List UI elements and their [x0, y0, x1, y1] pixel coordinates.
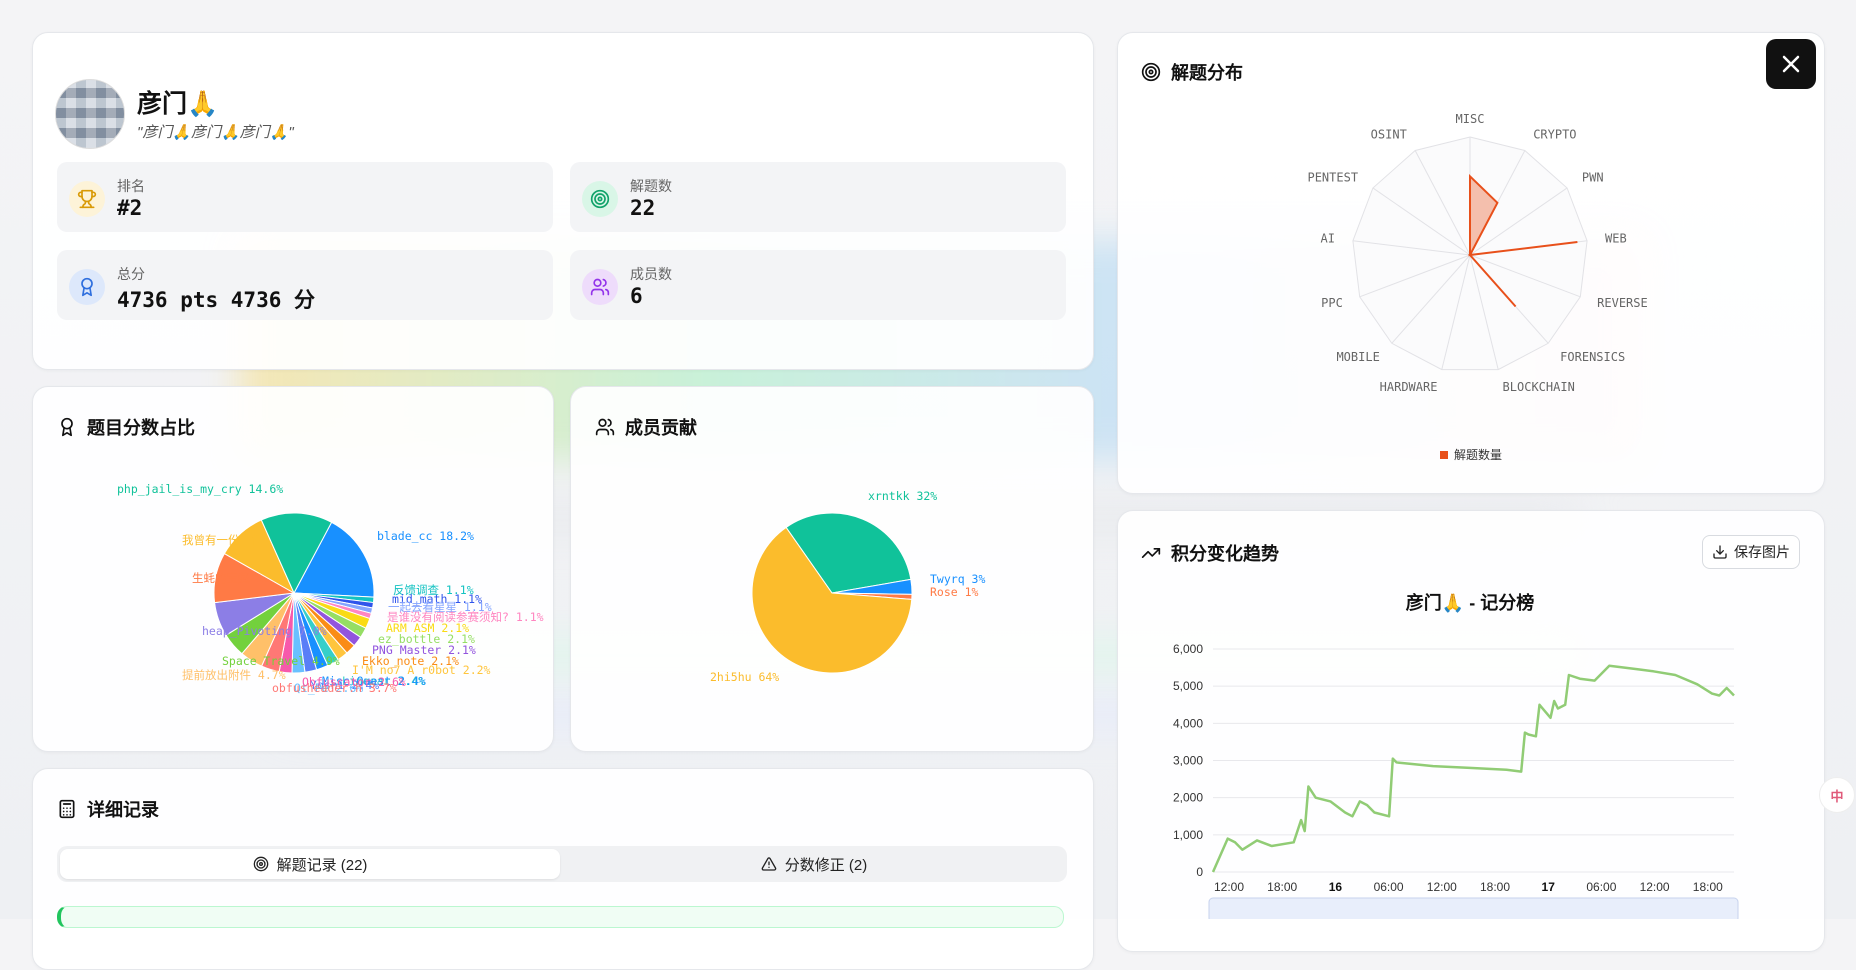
card-title-text: 题目分数占比 [87, 418, 195, 438]
radar-axis-label: FORENSICS [1560, 350, 1625, 364]
pie-label: xrntkk 32% [868, 489, 937, 503]
pie-label: Twyrq 3% [930, 572, 985, 586]
users-icon [595, 418, 615, 436]
card-title-text: 积分变化趋势 [1171, 544, 1279, 564]
pie-label: heap_Pivoting 7.0% [202, 624, 327, 638]
radar-axis-label: WEB [1605, 232, 1627, 246]
stat-total-score: 总分 4736 pts 4736 分 [57, 250, 553, 320]
score-pie-chart: blade_cc 18.2%反馈调查 1.1%mid_math 1.1%一起去看… [117, 482, 544, 695]
card-title-text: 成员贡献 [625, 418, 697, 438]
save-image-button[interactable]: 保存图片 [1702, 535, 1800, 569]
radar-axis-label: PWN [1582, 171, 1604, 185]
member-pie-chart: xrntkk 32% Twyrq 3%Rose 1% 2hi5hu 64% [710, 489, 985, 684]
radar-axis-label: CRYPTO [1533, 128, 1576, 142]
target-icon [253, 856, 268, 872]
radar-axis-label: AI [1321, 232, 1335, 246]
trophy-icon [69, 181, 105, 217]
pie-label: Rose 1% [930, 585, 979, 599]
member-contribution-title: 成员贡献 [595, 414, 697, 440]
pie-label: obfusheader.h 3.7% [272, 681, 397, 695]
target-icon [582, 181, 618, 217]
trend-x-tick: 06:00 [1374, 880, 1404, 894]
radar-axis-label: MISC [1456, 112, 1485, 126]
score-trend-chart: 彦门🙏 - 记分榜 0 1,000 2,000 3,000 4,000 5,000 6,000… [1173, 592, 1739, 919]
trend-x-tick: 17 [1542, 880, 1556, 894]
trend-x-tick: 12:00 [1640, 880, 1670, 894]
radar-axis-label: BLOCKCHAIN [1503, 380, 1575, 394]
radar-chart: MISC CRYPTO PWN WEB REVERSE FORENSICS BLOCKCHA… [1307, 112, 1648, 462]
close-button[interactable] [1766, 39, 1816, 89]
stat-solves: 解题数 22 [570, 162, 1066, 232]
pie-label: blade_cc 18.2% [377, 529, 474, 543]
trend-y-tick: 6,000 [1173, 642, 1203, 656]
team-name: 彦门🙏 [137, 90, 219, 118]
stat-value: 6 [630, 284, 643, 308]
score-trend-title: 积分变化趋势 [1141, 540, 1279, 566]
solve-record-row [57, 906, 1064, 928]
radar-axis-label: PENTEST [1307, 171, 1358, 185]
stat-label: 总分 [117, 266, 145, 282]
trend-y-tick: 1,000 [1173, 828, 1203, 842]
card-title-text: 解题分布 [1171, 63, 1243, 83]
trend-series-line [1211, 664, 1735, 873]
score-share-title: 题目分数占比 [57, 414, 195, 440]
trend-x-tick: 06:00 [1586, 880, 1616, 894]
trending-up-icon [1141, 548, 1161, 558]
trend-y-tick: 2,000 [1173, 791, 1203, 805]
trend-x-tick: 12:00 [1214, 880, 1244, 894]
stat-label: 排名 [117, 178, 145, 194]
trend-x-tick: 18:00 [1480, 880, 1510, 894]
award-icon [61, 417, 73, 437]
details-tabs: 解题记录 (22) 分数修正 (2) [57, 846, 1067, 882]
radar-legend-swatch [1440, 451, 1448, 459]
stat-value: #2 [117, 196, 143, 220]
radar-legend-label: 解题数量 [1454, 447, 1502, 462]
stat-label: 成员数 [630, 266, 672, 282]
pie-label: 提前放出附件 4.7% [182, 668, 286, 682]
tab-label: 分数修正 (2) [784, 856, 868, 874]
warning-icon [761, 857, 777, 871]
save-image-label: 保存图片 [1734, 544, 1790, 560]
trend-x-tick: 18:00 [1693, 880, 1723, 894]
calculator-icon [59, 799, 75, 819]
details-title: 详细记录 [57, 796, 159, 822]
trend-x-tick: 16 [1329, 880, 1343, 894]
solve-distribution-title: 解题分布 [1141, 59, 1243, 85]
trend-chart-title: 彦门🙏 - 记分榜 [1406, 592, 1534, 613]
pie-label: 2hi5hu 64% [710, 670, 779, 684]
trend-x-tick: 18:00 [1267, 880, 1297, 894]
stat-value: 4736 pts 4736 分 [117, 288, 316, 312]
trend-y-tick: 4,000 [1173, 716, 1203, 730]
trend-x-tick: 12:00 [1427, 880, 1457, 894]
trend-y-tick: 0 [1196, 865, 1203, 879]
close-icon [1782, 55, 1800, 73]
radar-axis-label: REVERSE [1597, 296, 1648, 310]
tab-solve-records[interactable]: 解题记录 (22) [60, 849, 560, 879]
pie-label: Space Travel 4.9% [222, 654, 340, 668]
stat-members: 成员数 6 [570, 250, 1066, 320]
radar-axis-label: MOBILE [1336, 350, 1379, 364]
download-icon [1713, 545, 1727, 559]
input-method-badge[interactable]: 中 [1819, 777, 1855, 813]
team-motto: "彦门🙏彦门🙏彦门🙏" [137, 124, 294, 141]
team-avatar [55, 79, 125, 149]
card-title-text: 详细记录 [87, 800, 159, 820]
stat-label: 解题数 [630, 178, 672, 194]
pie-label: php_jail_is_my_cry 14.6% [117, 482, 283, 496]
trend-y-tick: 3,000 [1173, 754, 1203, 768]
radar-axis-label: OSINT [1371, 128, 1407, 142]
trend-y-tick: 5,000 [1173, 679, 1203, 693]
stat-rank: 排名 #2 [57, 162, 553, 232]
users-icon [582, 269, 618, 305]
award-icon [69, 269, 105, 305]
target-icon [1141, 62, 1161, 82]
tab-score-adjustments[interactable]: 分数修正 (2) [564, 849, 1064, 879]
radar-axis-label: PPC [1321, 296, 1343, 310]
stat-value: 22 [630, 196, 656, 220]
trend-zoom-slider[interactable] [1208, 897, 1739, 919]
radar-axis-label: HARDWARE [1380, 380, 1438, 394]
tab-label: 解题记录 (22) [276, 856, 368, 874]
